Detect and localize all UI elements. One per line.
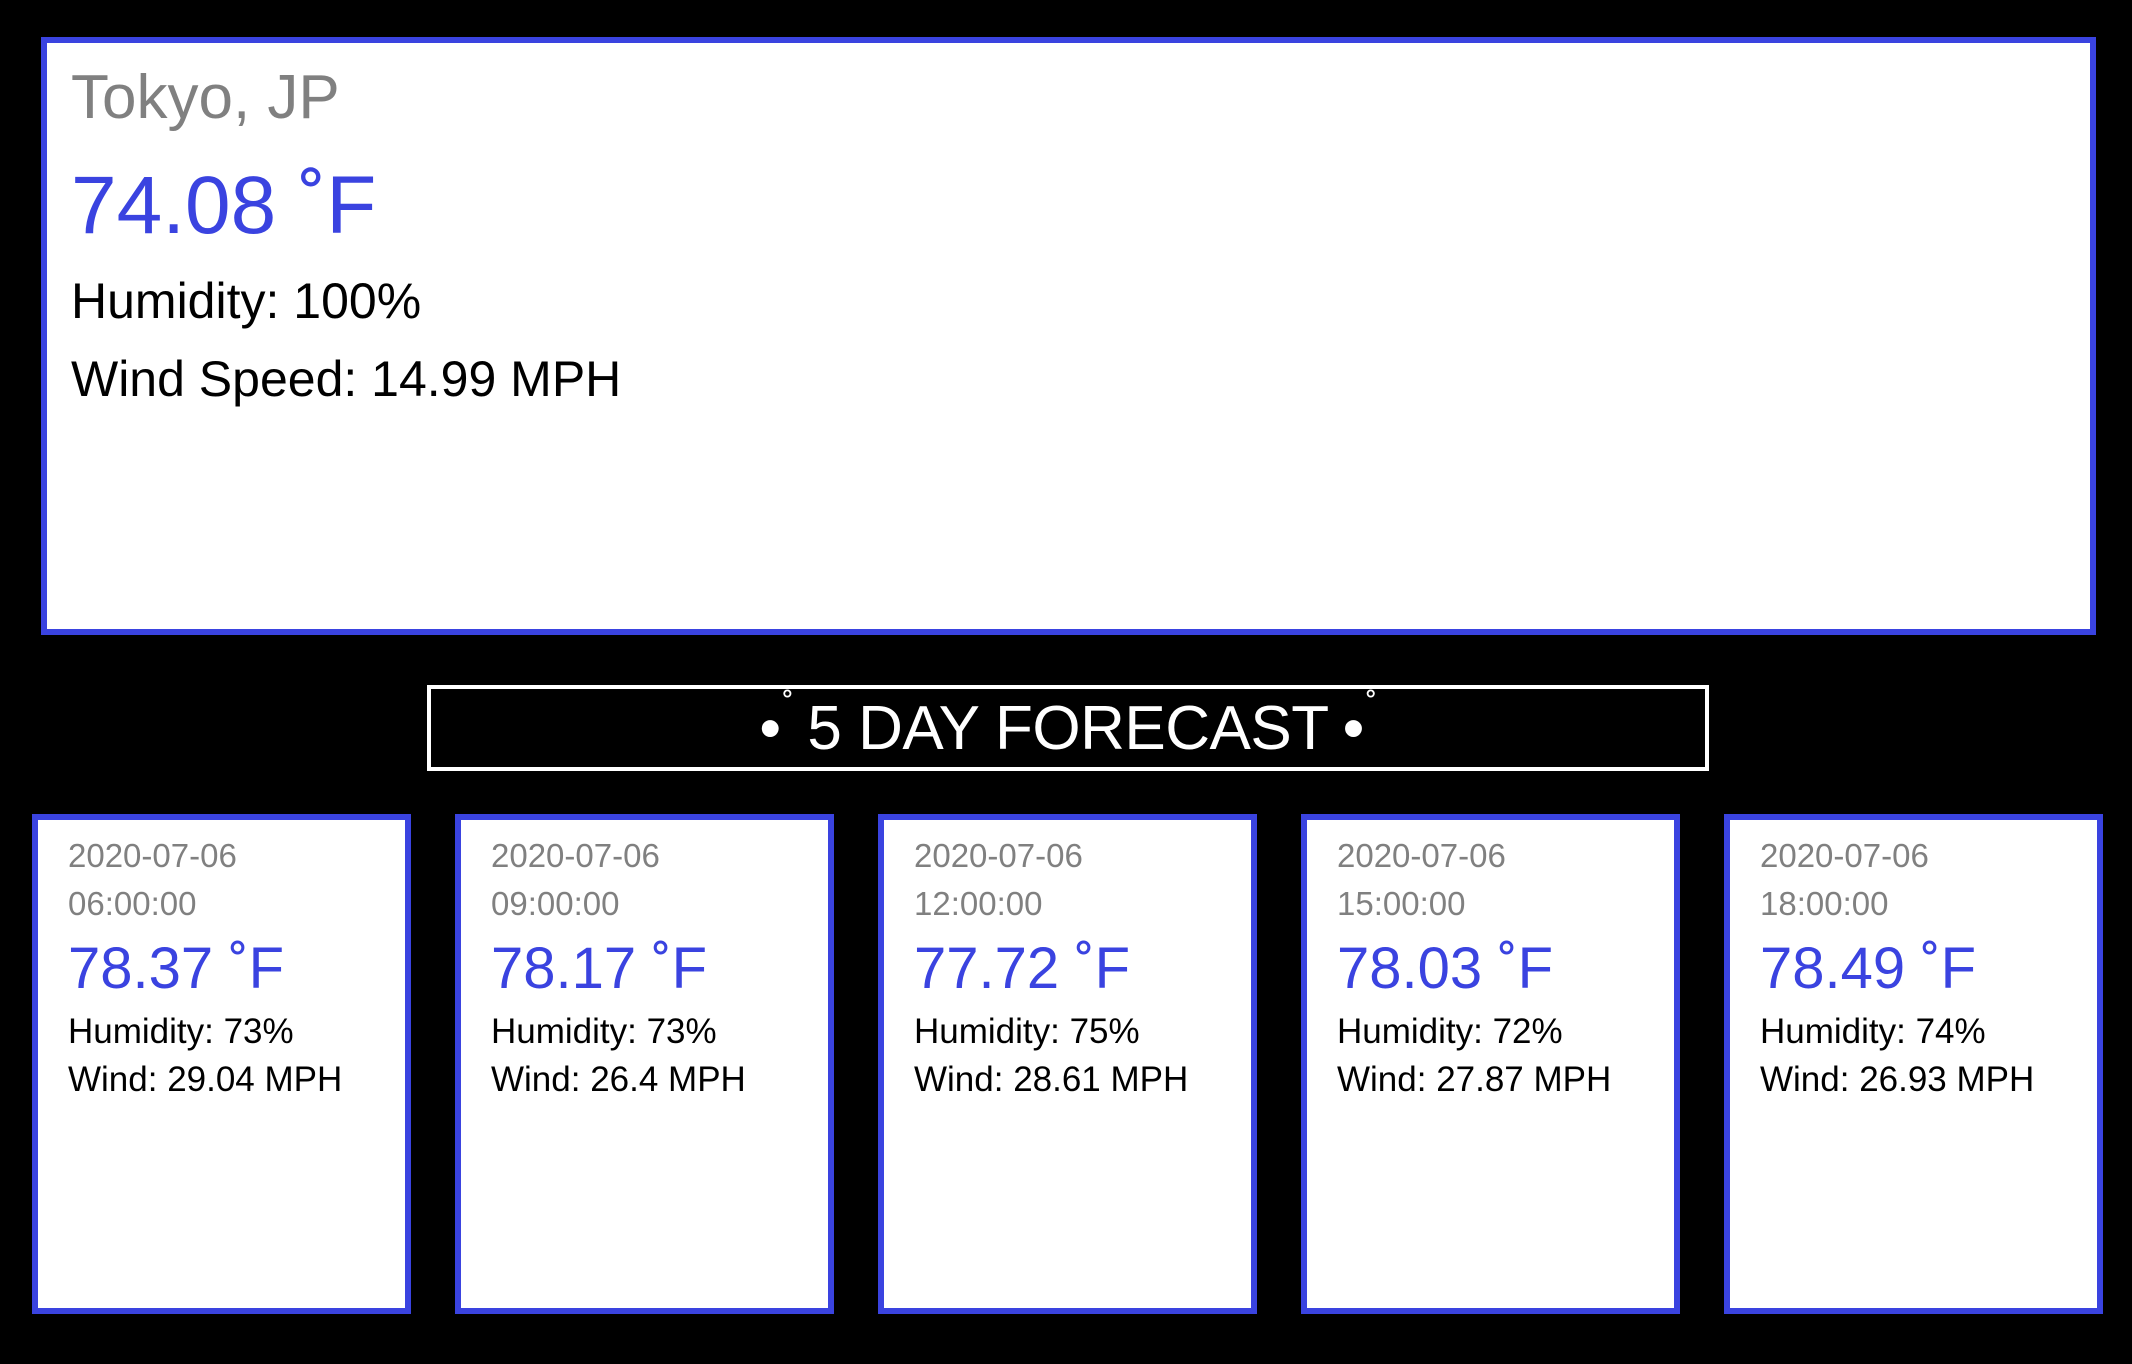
degree-icon: ˚ [782,686,794,725]
forecast-humidity: Humidity: 73% [491,1012,717,1051]
forecast-wind: Wind: 29.04 MPH [68,1060,343,1099]
forecast-humidity: Humidity: 73% [68,1012,294,1051]
current-temperature: 74.08 ˚F [71,160,377,251]
forecast-card: 2020-07-06 06:00:00 78.37 ˚F Humidity: 7… [32,814,411,1314]
forecast-card: 2020-07-06 12:00:00 77.72 ˚F Humidity: 7… [878,814,1257,1314]
forecast-card: 2020-07-06 09:00:00 78.17 ˚F Humidity: 7… [455,814,834,1314]
forecast-wind: Wind: 27.87 MPH [1337,1060,1612,1099]
forecast-time: 15:00:00 [1337,885,1466,922]
forecast-time: 09:00:00 [491,885,620,922]
degree-icon: ˚ [1365,686,1377,725]
forecast-card: 2020-07-06 15:00:00 78.03 ˚F Humidity: 7… [1301,814,1680,1314]
forecast-time: 06:00:00 [68,885,197,922]
forecast-humidity: Humidity: 75% [914,1012,1140,1051]
forecast-time: 12:00:00 [914,885,1043,922]
city-name: Tokyo, JP [71,63,340,132]
forecast-temperature: 78.37 ˚F [68,936,284,1001]
forecast-cards: 2020-07-06 06:00:00 78.37 ˚F Humidity: 7… [32,814,2106,1314]
forecast-temperature: 77.72 ˚F [914,936,1130,1001]
forecast-humidity: Humidity: 74% [1760,1012,1986,1051]
forecast-wind: Wind: 26.93 MPH [1760,1060,2035,1099]
forecast-wind: Wind: 28.61 MPH [914,1060,1189,1099]
forecast-temperature: 78.49 ˚F [1760,936,1976,1001]
forecast-date: 2020-07-06 [1337,837,1506,874]
forecast-wind: Wind: 26.4 MPH [491,1060,746,1099]
forecast-temperature: 78.03 ˚F [1337,936,1553,1001]
current-humidity: Humidity: 100% [71,273,422,329]
forecast-date: 2020-07-06 [68,837,237,874]
bullet-icon: • [759,693,781,763]
current-weather-card: Tokyo, JP 74.08 ˚F Humidity: 100% Wind S… [41,37,2096,635]
forecast-date: 2020-07-06 [1760,837,1929,874]
forecast-heading-label: 5 DAY FORECAST [807,693,1329,763]
current-wind-speed: Wind Speed: 14.99 MPH [71,351,622,407]
forecast-heading: • ˚ 5 DAY FORECAST • ˚ [427,685,1709,771]
forecast-date: 2020-07-06 [914,837,1083,874]
forecast-time: 18:00:00 [1760,885,1889,922]
bullet-icon: • [1342,693,1365,763]
forecast-temperature: 78.17 ˚F [491,936,707,1001]
forecast-humidity: Humidity: 72% [1337,1012,1563,1051]
forecast-card: 2020-07-06 18:00:00 78.49 ˚F Humidity: 7… [1724,814,2103,1314]
forecast-date: 2020-07-06 [491,837,660,874]
